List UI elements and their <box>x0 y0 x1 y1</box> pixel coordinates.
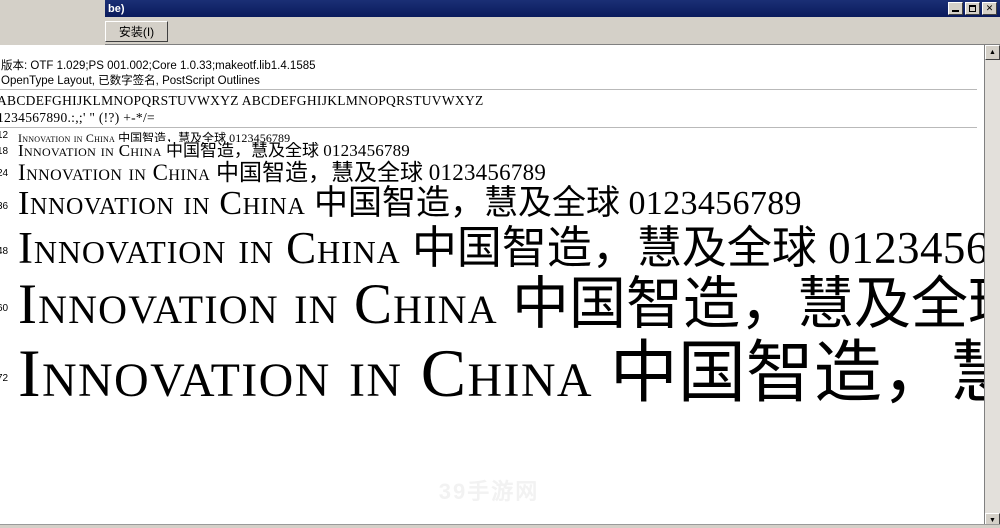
vertical-scrollbar[interactable]: ▲ ▼ <box>984 45 1000 528</box>
specimen-cjk: 中国智造，慧及全球 <box>313 185 620 222</box>
specimen-numerals: 0123456789 <box>828 223 985 273</box>
divider-middle <box>0 127 977 128</box>
font-specimen-area: 版本: OTF 1.029;PS 001.002;Core 1.0.33;mak… <box>0 45 985 528</box>
minimize-button[interactable] <box>948 2 963 15</box>
specimen-row: 36 Innovation in China 中国智造，慧及全球 0123456… <box>0 185 985 223</box>
font-preview-window: be) ✕ 安装(I) 版本: OTF 1.029;PS 001.002;Cor… <box>0 0 1000 528</box>
specimen-row: 12 Innovation in China 中国智造，慧及全球 0123456… <box>0 129 985 143</box>
window-title: be) <box>108 2 125 15</box>
specimen-row: 48 Innovation in China 中国智造，慧及全球 0123456… <box>0 223 985 273</box>
window-controls: ✕ <box>948 2 997 15</box>
close-icon: ✕ <box>985 3 994 13</box>
specimen-cjk: 中国智造，慧及全球 <box>118 131 227 143</box>
specimen-size-label: 18 <box>0 146 9 157</box>
alphabet-block: ABCDEFGHIJKLMNOPQRSTUVWXYZ ABCDEFGHIJKLM… <box>0 92 957 126</box>
specimen-latin: Innovation in China <box>18 273 498 336</box>
specimen-cjk: 中国智造，慧及全球 <box>511 273 985 336</box>
specimen-cjk: 中国智造，慧及全球 <box>165 142 319 160</box>
specimen-latin: Innovation in China <box>18 223 401 273</box>
specimen-cjk: 中国智造，慧及全球 <box>411 223 817 273</box>
maximize-icon <box>969 5 976 12</box>
chevron-up-icon: ▲ <box>989 49 996 56</box>
divider-top <box>0 89 977 90</box>
font-info-block: 版本: OTF 1.029;PS 001.002;Core 1.0.33;mak… <box>1 59 701 89</box>
close-button[interactable]: ✕ <box>982 2 997 15</box>
specimen-row: 24 Innovation in China 中国智造，慧及全球 0123456… <box>0 160 985 185</box>
minimize-icon <box>952 10 959 12</box>
specimen-sample-text: Innovation in China 中国智造，慧及全球 0123456789 <box>18 131 291 143</box>
window-titlebar[interactable]: be) ✕ <box>105 0 1000 17</box>
scrollbar-track[interactable] <box>985 60 1000 513</box>
specimen-size-label: 60 <box>0 303 9 314</box>
specimen-row: 18 Innovation in China 中国智造，慧及全球 0123456… <box>0 142 985 160</box>
specimen-size-label: 12 <box>0 130 9 141</box>
specimen-sample-text: Innovation in China 中国智造，慧及全球 0123456789 <box>18 336 985 410</box>
scroll-up-button[interactable]: ▲ <box>985 45 1000 60</box>
specimen-sample-text: Innovation in China 中国智造，慧及全球 0123456789 <box>18 142 410 160</box>
chevron-down-icon: ▼ <box>989 517 996 524</box>
specimen-latin: Innovation in China <box>18 160 211 185</box>
desktop-background: be) ✕ 安装(I) 版本: OTF 1.029;PS 001.002;Cor… <box>0 0 1000 528</box>
specimen-cjk: 中国智造，慧及全球 <box>609 336 985 410</box>
specimen-row: 72 Innovation in China 中国智造，慧及全球 0123456… <box>0 336 985 410</box>
specimen-cjk: 中国智造，慧及全球 <box>216 160 424 185</box>
alphabet-symbols: 1234567890.:,;' " (!?) +-*/= <box>0 110 155 125</box>
specimen-latin: Innovation in China <box>18 336 593 410</box>
specimen-numerals: 0123456789 <box>628 185 802 222</box>
maximize-button[interactable] <box>965 2 980 15</box>
specimen-sample-text: Innovation in China 中国智造，慧及全球 0123456789 <box>18 185 802 223</box>
specimen-sample-text: Innovation in China 中国智造，慧及全球 0123456789 <box>18 273 985 336</box>
font-features-line: OpenType Layout, 已数字签名, PostScript Outli… <box>1 75 260 87</box>
specimen-size-label: 48 <box>0 246 9 257</box>
specimen-sample-text: Innovation in China 中国智造，慧及全球 0123456789 <box>18 160 546 185</box>
specimen-size-label: 72 <box>0 373 9 384</box>
font-version-line: 版本: OTF 1.029;PS 001.002;Core 1.0.33;mak… <box>1 60 316 72</box>
specimen-numerals: 0123456789 <box>229 131 291 143</box>
specimen-size-label: 36 <box>0 201 9 212</box>
specimen-latin: Innovation in China <box>18 185 306 222</box>
install-button[interactable]: 安装(I) <box>105 21 168 42</box>
specimen-numerals: 0123456789 <box>428 160 547 185</box>
specimen-latin: Innovation in China <box>18 142 162 160</box>
specimen-latin: Innovation in China <box>18 131 116 143</box>
specimen-size-label: 24 <box>0 168 9 179</box>
specimen-sample-text: Innovation in China 中国智造，慧及全球 0123456789 <box>18 223 985 273</box>
site-watermark: 39手游网 <box>438 479 540 504</box>
window-toolbar: 安装(I) <box>105 17 1000 45</box>
window-bottom-edge <box>0 524 1000 528</box>
alphabet-letters: ABCDEFGHIJKLMNOPQRSTUVWXYZ ABCDEFGHIJKLM… <box>0 93 484 108</box>
specimen-row: 60 Innovation in China 中国智造，慧及全球 0123456… <box>0 273 985 336</box>
specimen-rows: 12 Innovation in China 中国智造，慧及全球 0123456… <box>0 129 985 411</box>
specimen-numerals: 0123456789 <box>323 142 410 160</box>
